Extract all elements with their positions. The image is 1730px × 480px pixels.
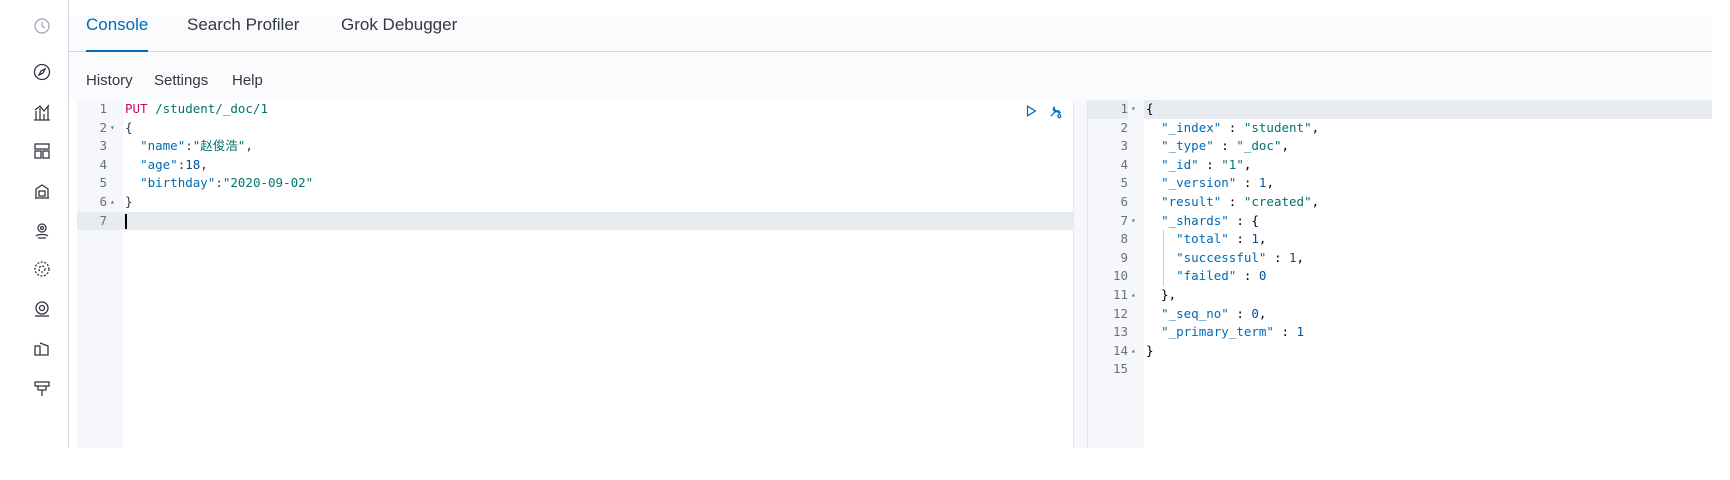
line-number: 8 bbox=[1120, 231, 1128, 247]
response-line: "_version" : 1, bbox=[1161, 175, 1274, 191]
line-number: 5 bbox=[1120, 175, 1128, 191]
response-line: "total" : 1, bbox=[1176, 231, 1267, 247]
request-editor[interactable]: 1 2 ▾ 3 4 5 6 ▴ 7 PUT /student/_doc/1 { … bbox=[77, 100, 1073, 448]
json-value: "赵俊浩" bbox=[192, 138, 246, 154]
line-number: 3 bbox=[1120, 138, 1128, 154]
line-number: 11 bbox=[1112, 287, 1128, 302]
response-line: "result" : "created", bbox=[1161, 194, 1320, 209]
request-gutter: 1 2 ▾ 3 4 5 6 ▴ 7 bbox=[77, 100, 123, 448]
response-viewer: 1 ▾ 2 3 4 5 6 7 ▾ 8 9 10 11 ▴ 12 13 14 ▴ 15 { "_index" : "… bbox=[1088, 100, 1712, 448]
console-menu: History Settings Help bbox=[69, 52, 1712, 100]
help-link[interactable]: Help bbox=[232, 72, 263, 89]
tab-console[interactable]: Console bbox=[86, 16, 149, 52]
dashboard-icon[interactable] bbox=[31, 140, 53, 162]
response-line: } bbox=[1146, 342, 1154, 358]
apm-icon[interactable] bbox=[31, 377, 53, 399]
line-number: 5 bbox=[99, 175, 107, 191]
json-key: "name" bbox=[140, 138, 186, 154]
cursor-line bbox=[125, 212, 1073, 231]
request-actions bbox=[1022, 102, 1064, 120]
text-cursor bbox=[125, 213, 127, 229]
brace: { bbox=[125, 119, 133, 135]
app-tab-bar: Console Search Profiler Grok Debugger bbox=[69, 16, 1712, 52]
pane-resizer[interactable] bbox=[1073, 100, 1088, 448]
json-key: "birthday" bbox=[140, 175, 216, 191]
response-line: "successful" : 1, bbox=[1176, 249, 1305, 265]
compass-icon[interactable] bbox=[31, 61, 53, 83]
response-line: "failed" : 0 bbox=[1176, 268, 1267, 284]
nav-rail bbox=[17, 0, 69, 448]
fold-up-icon[interactable]: ▴ bbox=[1131, 342, 1136, 361]
fold-down-icon[interactable]: ▾ bbox=[110, 119, 115, 138]
history-link[interactable]: History bbox=[86, 72, 133, 89]
response-line: "_index" : "student", bbox=[1161, 119, 1320, 135]
response-gutter: 1 ▾ 2 3 4 5 6 7 ▾ 8 9 10 11 ▴ 12 13 14 ▴ 15 bbox=[1088, 100, 1144, 448]
line-number: 7 bbox=[77, 211, 123, 231]
line-number: 1 bbox=[99, 101, 107, 116]
line-number: 7 bbox=[1120, 212, 1128, 228]
response-line bbox=[1146, 360, 1712, 379]
json-value: "2020-09-02" bbox=[222, 175, 314, 191]
json-value: 18 bbox=[185, 156, 201, 172]
line-number: 10 bbox=[1112, 268, 1128, 284]
line-number: 9 bbox=[1120, 249, 1128, 265]
request-line: PUT /student/_doc/1 bbox=[125, 100, 1073, 119]
response-line: "_id" : "1", bbox=[1161, 156, 1252, 172]
line-number: 1 bbox=[1088, 100, 1128, 119]
canvas-icon[interactable] bbox=[31, 180, 53, 202]
ml-icon[interactable] bbox=[31, 258, 53, 280]
fold-up-icon[interactable]: ▴ bbox=[1131, 286, 1136, 305]
line-number: 4 bbox=[99, 156, 107, 172]
response-line: "_primary_term" : 1 bbox=[1161, 324, 1305, 340]
infrastructure-icon[interactable] bbox=[31, 298, 53, 320]
line-number: 13 bbox=[1112, 324, 1128, 340]
request-method: PUT bbox=[125, 101, 148, 116]
line-number: 4 bbox=[1120, 156, 1128, 172]
code-line: "age":18, bbox=[140, 156, 208, 172]
response-line: "_seq_no" : 0, bbox=[1161, 305, 1267, 321]
settings-link[interactable]: Settings bbox=[154, 72, 208, 89]
tab-grok-debugger[interactable]: Grok Debugger bbox=[341, 16, 457, 52]
code-line: "name":"赵俊浩", bbox=[140, 138, 253, 154]
response-line: "_shards" : { bbox=[1161, 212, 1259, 228]
line-number: 2 bbox=[99, 119, 107, 135]
play-icon[interactable] bbox=[1022, 102, 1040, 120]
logs-icon[interactable] bbox=[31, 337, 53, 359]
response-line: }, bbox=[1146, 287, 1177, 302]
line-number: 6 bbox=[1120, 194, 1128, 209]
code-line: } bbox=[125, 193, 1073, 212]
line-number: 14 bbox=[1112, 342, 1128, 358]
line-number: 6 bbox=[99, 194, 107, 209]
tab-search-profiler[interactable]: Search Profiler bbox=[187, 16, 299, 52]
code-line: { bbox=[125, 119, 1073, 138]
line-number: 2 bbox=[1120, 119, 1128, 135]
clock-icon[interactable] bbox=[31, 15, 53, 37]
wrench-icon[interactable] bbox=[1046, 102, 1064, 120]
code-line: "birthday":"2020-09-02" bbox=[140, 175, 314, 191]
maps-icon[interactable] bbox=[31, 219, 53, 241]
request-path: /student/_doc/1 bbox=[147, 101, 268, 116]
fold-up-icon[interactable]: ▴ bbox=[110, 193, 115, 212]
line-number: 3 bbox=[99, 138, 107, 154]
response-line: { bbox=[1146, 101, 1154, 116]
fold-down-icon[interactable]: ▾ bbox=[1131, 100, 1136, 119]
line-number: 15 bbox=[1112, 361, 1128, 377]
line-number: 12 bbox=[1112, 305, 1128, 321]
visualize-icon[interactable] bbox=[31, 101, 53, 123]
json-key: "age" bbox=[140, 156, 178, 172]
brace: } bbox=[125, 194, 133, 209]
response-line: "_type" : "_doc", bbox=[1161, 138, 1290, 154]
fold-down-icon[interactable]: ▾ bbox=[1131, 212, 1136, 231]
